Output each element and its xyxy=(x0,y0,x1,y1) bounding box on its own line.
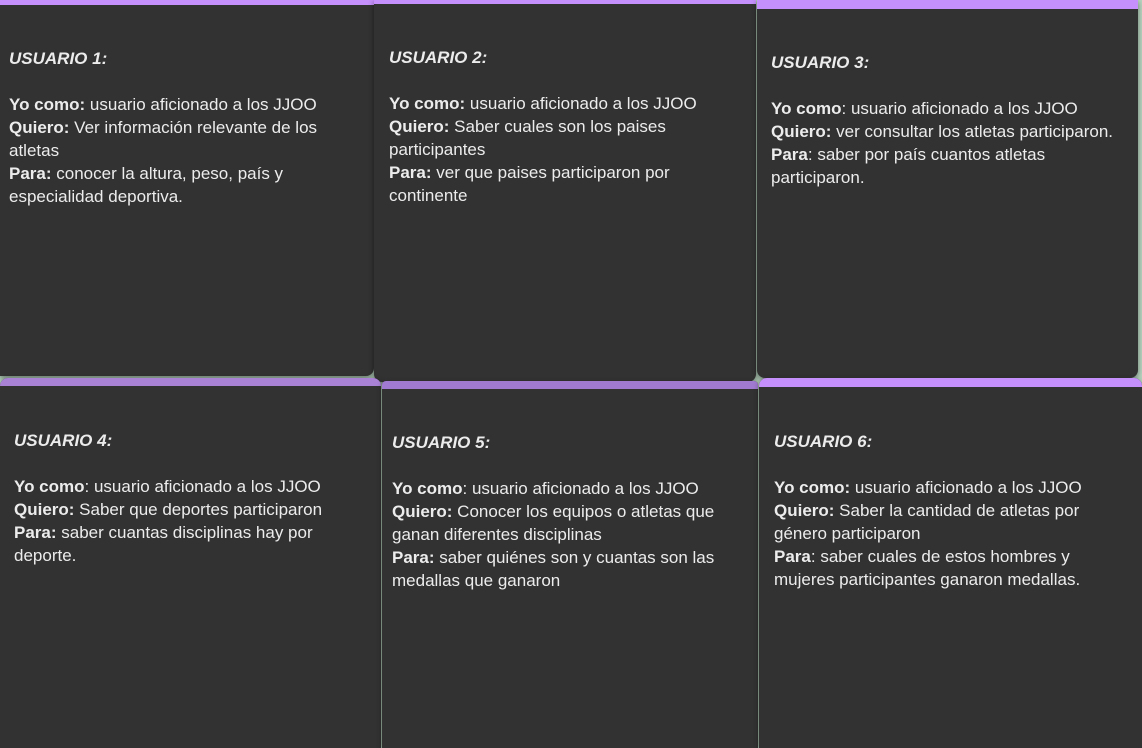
yo-como-label: Yo como xyxy=(771,99,842,118)
card-title: USUARIO 4: xyxy=(14,431,113,450)
para-line: Para: ver que paises participaron por co… xyxy=(389,161,742,207)
para-label: Para: xyxy=(9,164,52,183)
yo-como-label: Yo como: xyxy=(9,95,86,114)
card-accent-bar xyxy=(0,0,374,5)
quiero-label: Quiero: xyxy=(392,502,453,521)
card-content: USUARIO 1: Yo como: usuario aficionado a… xyxy=(9,47,360,208)
quiero-text: Saber que deportes participaron xyxy=(74,500,323,519)
card-title: USUARIO 3: xyxy=(771,53,870,72)
user-story-card-4[interactable]: USUARIO 4: Yo como: usuario aficionado a… xyxy=(0,378,381,748)
card-accent-bar xyxy=(374,0,756,4)
para-line: Para: saber por país cuantos atletas par… xyxy=(771,143,1132,189)
yo-como-label: Yo como: xyxy=(774,478,851,497)
quiero-label: Quiero: xyxy=(774,501,835,520)
yo-como-line: Yo como: usuario aficionado a los JJOO xyxy=(9,93,360,116)
yo-como-text: : usuario aficionado a los JJOO xyxy=(841,99,1078,118)
card-content: USUARIO 4: Yo como: usuario aficionado a… xyxy=(14,429,367,567)
para-label: Para: xyxy=(14,523,57,542)
yo-como-text: : usuario aficionado a los JJOO xyxy=(462,479,699,498)
para-text: : saber cuales de estos hombres y mujere… xyxy=(774,547,1081,589)
para-line: Para: conocer la altura, peso, país y es… xyxy=(9,162,360,208)
user-story-card-2[interactable]: USUARIO 2: Yo como: usuario aficionado a… xyxy=(374,0,756,382)
para-line: Para: saber quiénes son y cuantas son la… xyxy=(392,546,740,592)
quiero-label: Quiero: xyxy=(14,500,75,519)
card-title: USUARIO 2: xyxy=(389,48,488,67)
card-accent-bar xyxy=(0,378,381,386)
para-label: Para: xyxy=(392,548,435,567)
user-story-card-5[interactable]: USUARIO 5: Yo como: usuario aficionado a… xyxy=(382,381,758,748)
yo-como-line: Yo como: usuario aficionado a los JJOO xyxy=(392,477,740,500)
card-accent-bar xyxy=(759,378,1142,387)
card-title: USUARIO 5: xyxy=(392,433,491,452)
para-line: Para: saber cuantas disciplinas hay por … xyxy=(14,521,367,567)
yo-como-label: Yo como xyxy=(14,477,85,496)
yo-como-text: : usuario aficionado a los JJOO xyxy=(84,477,321,496)
user-story-card-1[interactable]: USUARIO 1: Yo como: usuario aficionado a… xyxy=(0,0,374,376)
quiero-label: Quiero: xyxy=(9,118,70,137)
card-accent-bar xyxy=(757,0,1138,9)
quiero-label: Quiero: xyxy=(771,122,832,141)
user-story-card-6[interactable]: USUARIO 6: Yo como: usuario aficionado a… xyxy=(759,378,1142,748)
para-label: Para xyxy=(771,145,808,164)
yo-como-line: Yo como: usuario aficionado a los JJOO xyxy=(389,92,742,115)
yo-como-line: Yo como: usuario aficionado a los JJOO xyxy=(14,475,367,498)
user-story-card-3[interactable]: USUARIO 3: Yo como: usuario aficionado a… xyxy=(757,0,1138,378)
card-content: USUARIO 3: Yo como: usuario aficionado a… xyxy=(771,51,1132,189)
yo-como-text: usuario aficionado a los JJOO xyxy=(850,478,1082,497)
para-text: ver que paises participaron por continen… xyxy=(389,163,670,205)
quiero-line: Quiero: Ver información relevante de los… xyxy=(9,116,360,162)
para-label: Para xyxy=(774,547,811,566)
para-text: : saber por país cuantos atletas partici… xyxy=(771,145,1046,187)
card-title: USUARIO 6: xyxy=(774,432,873,451)
card-accent-bar xyxy=(382,381,758,389)
yo-como-text: usuario aficionado a los JJOO xyxy=(85,95,317,114)
quiero-line: Quiero: Saber la cantidad de atletas por… xyxy=(774,499,1128,545)
para-label: Para: xyxy=(389,163,432,182)
yo-como-line: Yo como: usuario aficionado a los JJOO xyxy=(771,97,1132,120)
yo-como-label: Yo como xyxy=(392,479,463,498)
card-content: USUARIO 5: Yo como: usuario aficionado a… xyxy=(392,431,740,592)
quiero-line: Quiero: Conocer los equipos o atletas qu… xyxy=(392,500,740,546)
yo-como-text: usuario aficionado a los JJOO xyxy=(465,94,697,113)
para-text: saber quiénes son y cuantas son las meda… xyxy=(392,548,715,590)
para-line: Para: saber cuales de estos hombres y mu… xyxy=(774,545,1128,591)
card-title: USUARIO 1: xyxy=(9,49,108,68)
quiero-line: Quiero: ver consultar los atletas partic… xyxy=(771,120,1132,143)
quiero-label: Quiero: xyxy=(389,117,450,136)
quiero-line: Quiero: Saber cuales son los paises part… xyxy=(389,115,742,161)
card-content: USUARIO 6: Yo como: usuario aficionado a… xyxy=(774,430,1128,591)
yo-como-label: Yo como: xyxy=(389,94,466,113)
yo-como-line: Yo como: usuario aficionado a los JJOO xyxy=(774,476,1128,499)
para-text: saber cuantas disciplinas hay por deport… xyxy=(14,523,313,565)
card-content: USUARIO 2: Yo como: usuario aficionado a… xyxy=(389,46,742,207)
quiero-line: Quiero: Saber que deportes participaron xyxy=(14,498,367,521)
quiero-text: ver consultar los atletas participaron. xyxy=(831,122,1114,141)
